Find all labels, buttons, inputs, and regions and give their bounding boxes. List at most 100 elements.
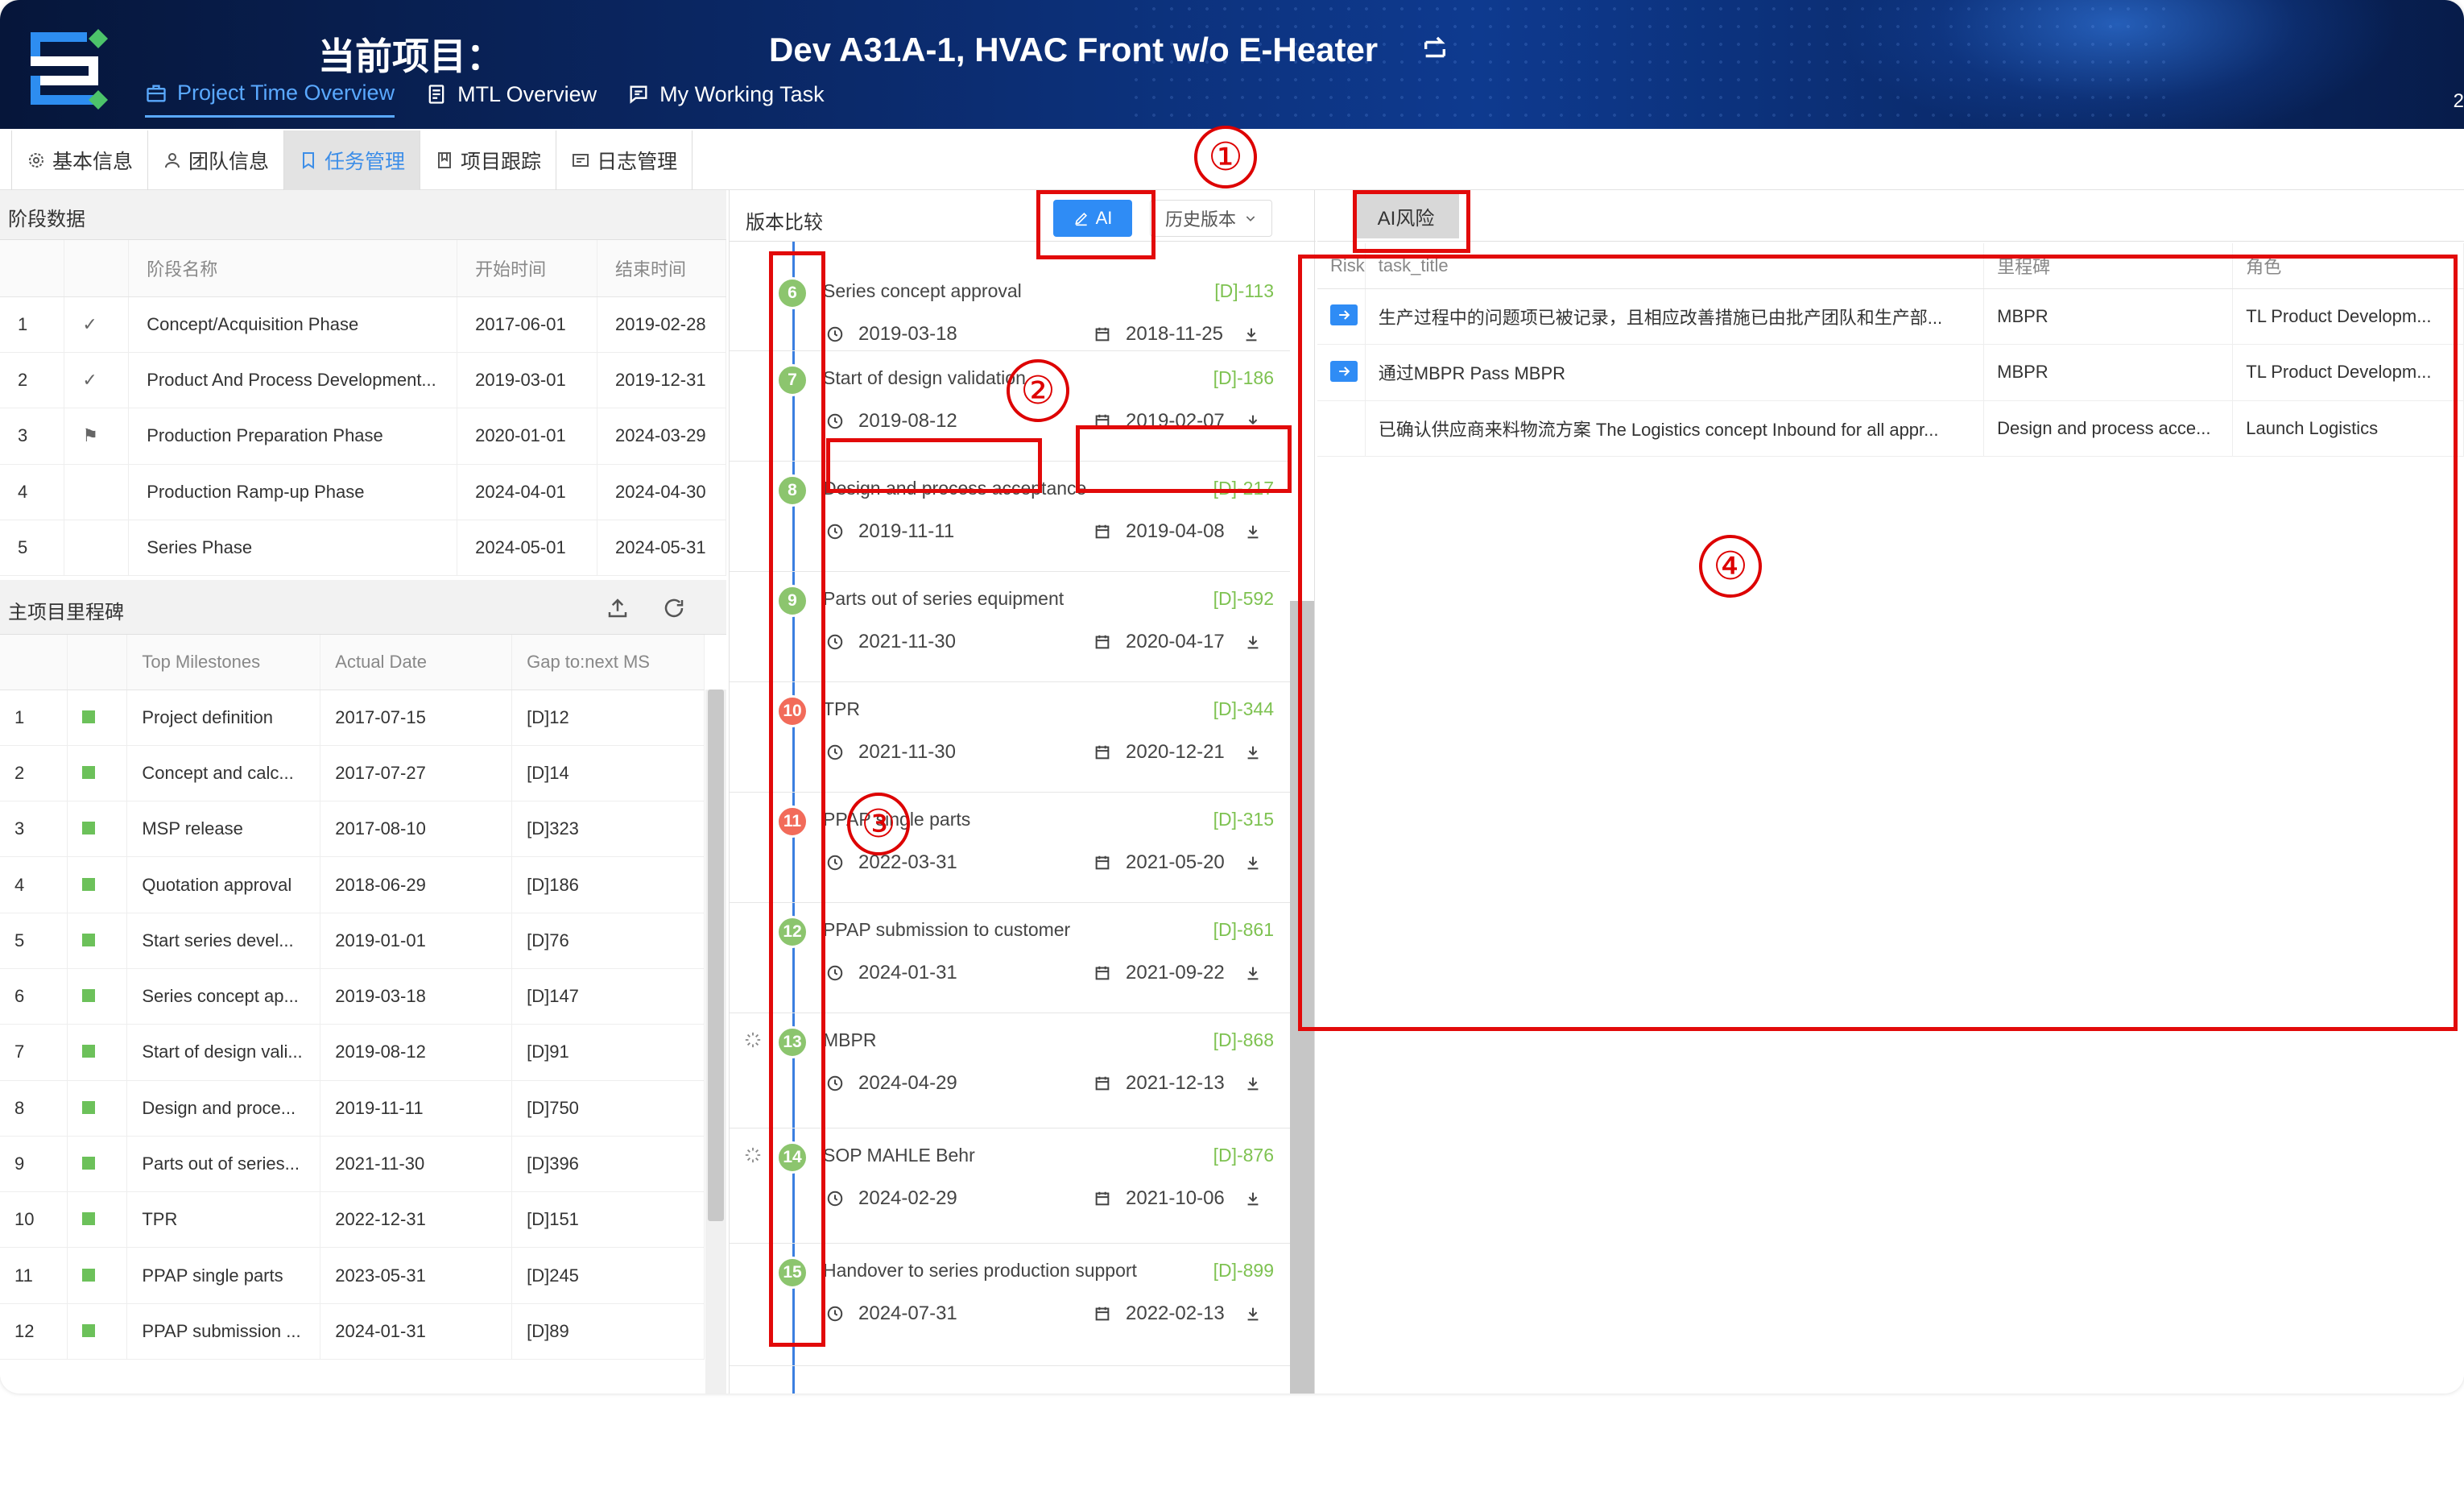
download-icon[interactable] <box>1244 1075 1262 1092</box>
download-icon[interactable] <box>1244 743 1262 761</box>
history-version-select[interactable]: 历史版本 <box>1150 200 1272 237</box>
col-header <box>0 635 68 690</box>
actual-date-value: 2019-03-18 <box>858 323 957 345</box>
tab-label: 任务管理 <box>325 151 406 173</box>
col-header-gap[interactable]: Gap to:next MS <box>511 635 705 690</box>
download-icon[interactable] <box>1244 964 1262 982</box>
clock-icon <box>827 413 843 429</box>
annotation-box-plan-date <box>1076 425 1292 493</box>
nav-mtl-overview[interactable]: MTL Overview <box>425 81 597 118</box>
milestone-name: Concept and calc... <box>126 745 321 802</box>
col-header-stage-name[interactable]: 阶段名称 <box>128 240 458 297</box>
loading-spinner-icon <box>745 1032 761 1048</box>
user-icon <box>165 153 180 168</box>
nav-my-working-task[interactable]: My Working Task <box>627 81 825 118</box>
milestone-row[interactable]: 1 Project definition 2017-07-15 [D]12 <box>0 690 705 746</box>
milestone-row[interactable]: 11 PPAP single parts 2023-05-31 [D]245 <box>0 1247 705 1304</box>
milestone-row[interactable]: 5 Start series devel... 2019-01-01 [D]76 <box>0 913 705 969</box>
milestone-row[interactable]: 3 MSP release 2017-08-10 [D]323 <box>0 801 705 858</box>
milestones-scrollbar[interactable] <box>705 690 726 1394</box>
annotation-box-actual-date <box>826 438 1042 493</box>
col-header-top-milestones[interactable]: Top Milestones <box>126 635 321 690</box>
milestone-row[interactable]: 6 Series concept ap... 2019-03-18 [D]147 <box>0 968 705 1025</box>
milestone-delay-code: [D]-868 <box>1213 1029 1274 1050</box>
milestones-table: Top Milestones Actual Date Gap to:next M… <box>0 635 705 1360</box>
col-header-actual-date[interactable]: Actual Date <box>320 635 513 690</box>
annotation-box-ai-button <box>1036 190 1156 259</box>
stage-row[interactable]: 4 Production Ramp-up Phase 2024-04-01 2024-… <box>0 464 726 521</box>
milestone-name: TPR <box>126 1191 321 1249</box>
plan-date-value: 2018-11-25 <box>1126 323 1223 345</box>
milestone-row[interactable]: 9 Parts out of series... 2021-11-30 [D]396 <box>0 1136 705 1193</box>
tab-basic-info[interactable]: 基本信息 <box>12 130 149 190</box>
stage-row[interactable]: 1 ✓ Concept/Acquisition Phase 2017-06-01 201… <box>0 296 726 353</box>
stage-row[interactable]: 3 ⚑ Production Preparation Phase 2020-01-01… <box>0 408 726 465</box>
stage-row[interactable]: 5 Series Phase 2024-05-01 2024-05-31 <box>0 520 726 577</box>
actual-date-value: 2019-08-12 <box>858 410 957 432</box>
stage-end-date: 2024-05-31 <box>597 520 726 577</box>
clock-icon <box>827 855 843 871</box>
download-icon[interactable] <box>1244 1305 1262 1323</box>
upload-icon[interactable] <box>606 596 630 620</box>
actual-date-value: 2024-01-31 <box>858 962 957 984</box>
tab-log-management[interactable]: 日志管理 <box>556 130 693 190</box>
milestone-gap: [D]14 <box>511 745 705 802</box>
nav-label: MTL Overview <box>457 81 597 106</box>
status-square-icon <box>82 1045 96 1058</box>
milestone-delay-code: [D]-315 <box>1213 809 1274 830</box>
message-icon <box>630 85 647 104</box>
milestone-gap: [D]151 <box>511 1191 705 1249</box>
download-icon[interactable] <box>1244 1190 1262 1207</box>
milestone-row-number: 5 <box>0 913 68 969</box>
plan-date: 2019-04-08 <box>1094 520 1262 543</box>
stage-start-date: 2019-03-01 <box>457 352 598 409</box>
col-header-end-time[interactable]: 结束时间 <box>597 240 726 297</box>
milestone-row[interactable]: 10 TPR 2022-12-31 [D]151 <box>0 1191 705 1249</box>
refresh-icon[interactable] <box>662 596 686 620</box>
status-square-icon <box>82 1212 96 1226</box>
annotation-box-risk-table <box>1298 255 2458 1031</box>
milestone-name: Design and proce... <box>126 1080 321 1137</box>
stage-data-title: 阶段数据 <box>8 209 85 230</box>
status-square-icon <box>82 877 96 891</box>
milestone-row[interactable]: 2 Concept and calc... 2017-07-27 [D]14 <box>0 745 705 802</box>
nav-label: Project Time Overview <box>177 81 395 105</box>
milestone-actual-date: 2019-11-11 <box>320 1080 513 1137</box>
download-icon[interactable] <box>1242 325 1260 343</box>
tab-team-info[interactable]: 团队信息 <box>148 130 285 190</box>
stage-start-date: 2024-04-01 <box>457 464 598 521</box>
milestone-row[interactable]: 8 Design and proce... 2019-11-11 [D]750 <box>0 1080 705 1137</box>
milestone-row-number: 6 <box>0 968 68 1025</box>
status-square-icon <box>82 1268 96 1282</box>
milestone-row[interactable]: 4 Quotation approval 2018-06-29 [D]186 <box>0 856 705 913</box>
download-icon[interactable] <box>1244 854 1262 872</box>
switch-project-icon[interactable] <box>1421 35 1449 63</box>
plan-date: 2021-05-20 <box>1094 851 1262 874</box>
stage-name: Series Phase <box>128 520 458 577</box>
nav-project-time-overview[interactable]: Project Time Overview <box>145 81 395 118</box>
milestone-row[interactable]: 12 PPAP submission ... 2024-01-31 [D]89 <box>0 1303 705 1360</box>
col-header-start-time[interactable]: 开始时间 <box>457 240 598 297</box>
scrollbar-thumb[interactable] <box>708 690 724 1221</box>
actual-date: 2021-11-30 <box>826 631 956 653</box>
download-icon[interactable] <box>1244 523 1262 540</box>
milestone-gap: [D]396 <box>511 1136 705 1193</box>
milestone-gap: [D]89 <box>511 1303 705 1360</box>
milestone-delay-code: [D]-861 <box>1213 919 1274 940</box>
tab-task-management[interactable]: 任务管理 <box>284 130 421 190</box>
download-icon[interactable] <box>1244 633 1262 651</box>
milestone-row-number: 8 <box>0 1080 68 1137</box>
milestone-row-number: 9 <box>0 1136 68 1193</box>
milestone-row-number: 2 <box>0 745 68 802</box>
milestone-row-number: 7 <box>0 1024 68 1081</box>
milestone-name: Quotation approval <box>126 856 321 913</box>
milestone-row[interactable]: 7 Start of design vali... 2019-08-12 [D]91 <box>0 1024 705 1081</box>
stage-row[interactable]: 2 ✓ Product And Process Development... 2019… <box>0 352 726 409</box>
stage-row-number: 1 <box>0 296 65 353</box>
milestone-actual-date: 2017-08-10 <box>320 801 513 858</box>
plan-date-value: 2021-10-06 <box>1126 1187 1225 1209</box>
plan-date: 2021-10-06 <box>1094 1187 1262 1210</box>
milestone-row-number: 12 <box>0 1303 68 1360</box>
tab-project-tracking[interactable]: 项目跟踪 <box>420 130 557 190</box>
project-label: 当前项目： <box>318 35 503 77</box>
